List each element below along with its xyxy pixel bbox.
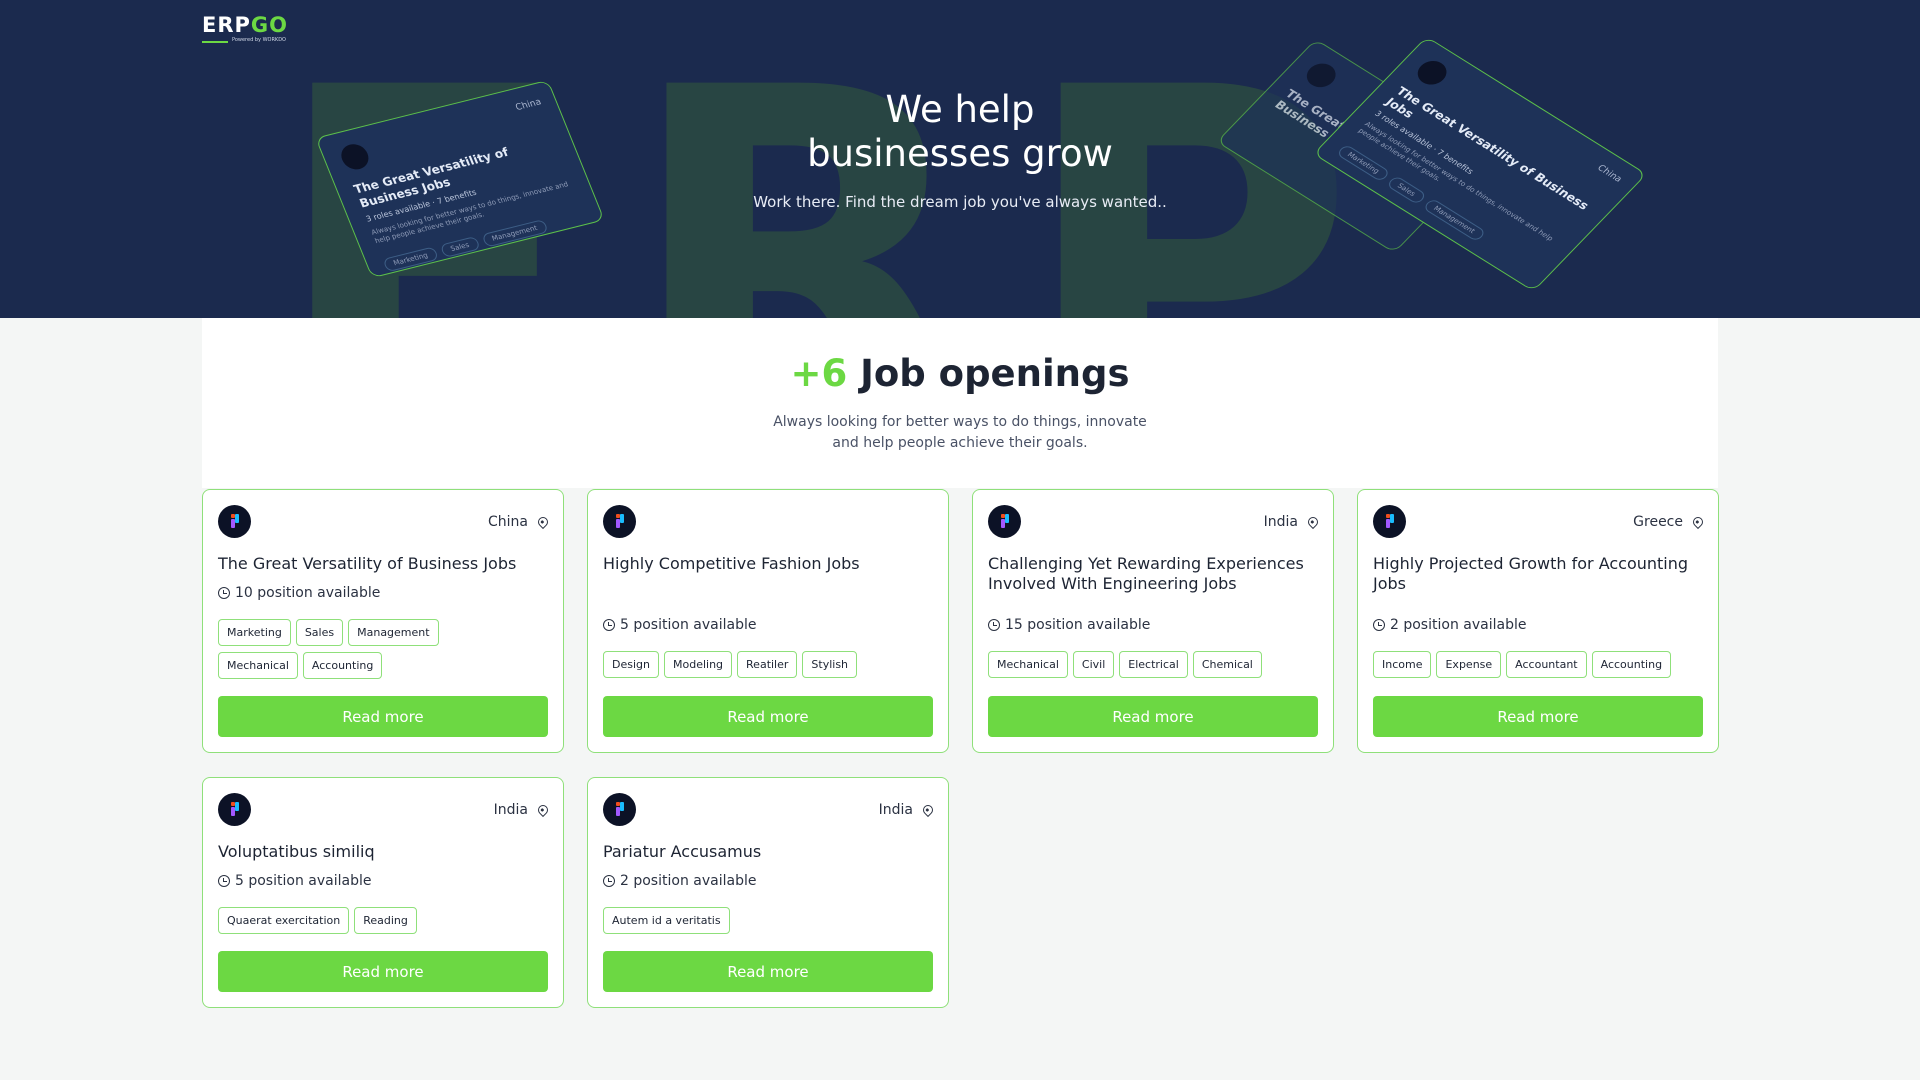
job-tag: Chemical	[1192, 651, 1262, 678]
clock-icon	[218, 587, 230, 599]
clock-icon	[603, 875, 615, 887]
figma-logo-icon	[603, 505, 636, 538]
hero-title-line2: businesses grow	[807, 132, 1113, 175]
job-card: China The Great Versatility of Business …	[202, 489, 564, 753]
hero-title: We help businesses grow	[0, 88, 1920, 176]
figma-logo-icon	[1373, 505, 1406, 538]
read-more-button[interactable]: Read more	[603, 696, 933, 737]
location-pin-icon	[535, 514, 551, 530]
read-more-button[interactable]: Read more	[218, 951, 548, 992]
figma-logo-icon	[1411, 56, 1453, 90]
job-tag: Management	[348, 619, 439, 646]
job-positions: 2 position available	[1373, 617, 1526, 633]
job-location: Greece	[1633, 514, 1706, 530]
job-tag: Design	[603, 651, 659, 678]
job-title: Highly Projected Growth for Accounting J…	[1373, 554, 1689, 593]
brand-underline	[202, 41, 228, 43]
job-location: India	[879, 802, 936, 818]
location-pin-icon	[920, 802, 936, 818]
figma-logo-icon	[603, 793, 636, 826]
location-pin-icon	[535, 802, 551, 818]
clock-icon	[603, 619, 615, 631]
job-positions: 5 position available	[218, 873, 371, 889]
job-tag: Marketing	[218, 619, 291, 646]
job-tag: Sales	[295, 619, 344, 646]
job-tag: Mechanical	[988, 651, 1068, 678]
job-tag: Stylish	[802, 651, 858, 678]
hero-subtitle: Work there. Find the dream job you've al…	[753, 193, 1167, 211]
figma-logo-icon	[988, 505, 1021, 538]
read-more-button[interactable]: Read more	[218, 696, 548, 737]
job-tags: Marketing Sales Management Mechanical Ac…	[218, 619, 523, 679]
brand-wordmark: ERPGO	[202, 13, 289, 37]
openings-subtitle: Always looking for better ways to do thi…	[773, 414, 1147, 451]
job-positions: 5 position available	[603, 617, 756, 633]
job-tag: Civil	[1072, 651, 1115, 678]
job-tag: Reading	[354, 907, 417, 934]
job-card: Greece Highly Projected Growth for Accou…	[1357, 489, 1719, 753]
job-title: Pariatur Accusamus	[603, 842, 762, 861]
job-title: Voluptatibus similiq	[218, 842, 375, 861]
openings-title-text: Job openings	[860, 352, 1130, 395]
job-positions: 2 position available	[603, 873, 756, 889]
job-tag: Mechanical	[218, 652, 298, 679]
location-pin-icon	[1690, 514, 1706, 530]
hero-title-line1: We help	[885, 88, 1035, 131]
read-more-button[interactable]: Read more	[988, 696, 1318, 737]
read-more-button[interactable]: Read more	[1373, 696, 1703, 737]
job-tags: Design Modeling Reatiler Stylish	[603, 651, 908, 678]
clock-icon	[218, 875, 230, 887]
figma-logo-icon	[218, 793, 251, 826]
figma-logo-icon	[1300, 58, 1342, 92]
job-card: India Pariatur Accusamus 2 position avai…	[587, 777, 949, 1008]
brand-powered-by: Powered by WORKDO	[232, 37, 286, 43]
job-tags: Mechanical Civil Electrical Chemical	[988, 651, 1293, 678]
job-tag: Expense	[1436, 651, 1502, 678]
job-tag: Autem id a veritatis	[603, 907, 730, 934]
clock-icon	[988, 619, 1000, 631]
job-positions: 10 position available	[218, 585, 380, 601]
job-tag: Accounting	[1591, 651, 1672, 678]
job-card: Highly Competitive Fashion Jobs 5 positi…	[587, 489, 949, 753]
job-tag: Accountant	[1506, 651, 1587, 678]
job-tag: Modeling	[663, 651, 733, 678]
job-tag: Electrical	[1119, 651, 1188, 678]
job-tags: Quaerat exercitation Reading	[218, 907, 523, 934]
job-title: The Great Versatility of Business Jobs	[218, 554, 517, 573]
openings-title: +6 Job openings	[0, 352, 1920, 395]
read-more-button[interactable]: Read more	[603, 951, 933, 992]
job-tags: Autem id a veritatis	[603, 907, 908, 934]
job-card: India Challenging Yet Rewarding Experien…	[972, 489, 1334, 753]
job-card: India Voluptatibus similiq 5 position av…	[202, 777, 564, 1008]
openings-count: +6	[790, 352, 848, 395]
openings-header-panel	[202, 318, 1718, 488]
clock-icon	[1373, 619, 1385, 631]
job-positions: 15 position available	[988, 617, 1150, 633]
job-tags: Income Expense Accountant Accounting	[1373, 651, 1678, 678]
hero-banner: ERP ERPGO Powered by WORKDO China The Gr…	[0, 0, 1920, 318]
job-location: India	[494, 802, 551, 818]
job-location: China	[488, 514, 551, 530]
figma-logo-icon	[218, 505, 251, 538]
job-location: India	[1264, 514, 1321, 530]
job-tag: Accounting	[302, 652, 383, 679]
job-title: Highly Competitive Fashion Jobs	[603, 554, 860, 573]
job-tag: Income	[1373, 651, 1432, 678]
job-title: Challenging Yet Rewarding Experiences In…	[988, 554, 1304, 593]
location-pin-icon	[1305, 514, 1321, 530]
brand-logo[interactable]: ERPGO Powered by WORKDO	[202, 14, 294, 46]
job-tag: Quaerat exercitation	[218, 907, 350, 934]
job-tag: Reatiler	[737, 651, 798, 678]
